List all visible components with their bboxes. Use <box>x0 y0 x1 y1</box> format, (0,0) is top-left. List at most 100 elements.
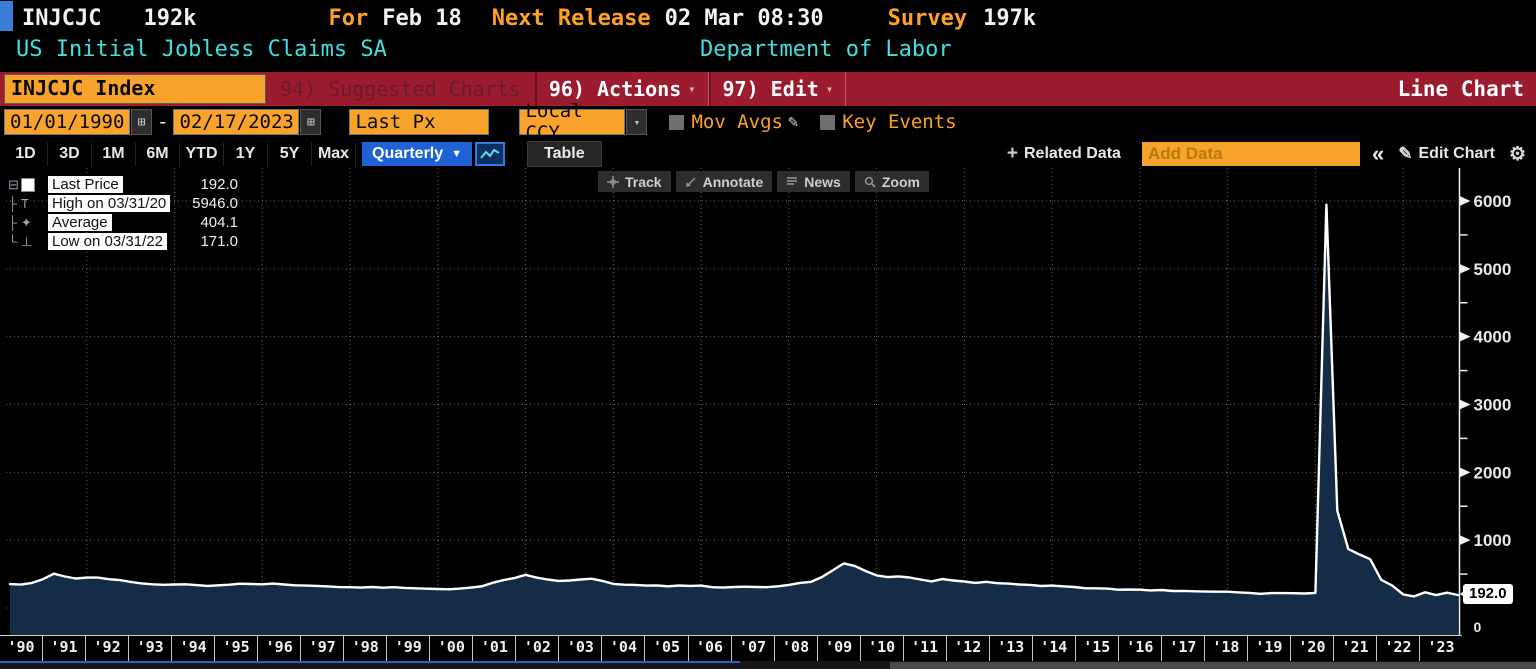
period-tab-1m[interactable]: 1M <box>92 142 136 166</box>
calendar-icon[interactable]: ⊞ <box>300 109 321 135</box>
survey-label: Survey <box>888 6 967 31</box>
scroll-range-indicator <box>0 661 740 663</box>
chart-toolbar: 1D3D1M6MYTD1Y5YMax Quarterly ▼ Table + R… <box>0 140 1536 168</box>
security-input[interactable]: INJCJC Index <box>4 74 266 104</box>
mov-avgs-label: Mov Avgs <box>691 111 783 133</box>
legend-row-low: └ ⊥ Low on 03/31/22 171.0 <box>8 232 238 251</box>
menu-bar: INJCJC Index 94) Suggested Charts 96) Ac… <box>0 70 1536 108</box>
next-release-date: 02 Mar 08:30 <box>665 6 824 31</box>
currency-dropdown-icon[interactable]: ▾ <box>626 109 647 135</box>
last-price-axis-tag: 192.0 <box>1463 584 1513 604</box>
svg-text:0: 0 <box>1474 619 1482 635</box>
for-label: For <box>328 6 368 31</box>
range-controls-row: 01/01/1990 ⊞ - 02/17/2023 ⊞ Last Px Loca… <box>0 106 1536 138</box>
svg-text:2000: 2000 <box>1474 463 1512 482</box>
mov-avgs-checkbox[interactable] <box>669 115 684 130</box>
chart-region: 1000200030004000500060000 ⊟ Last Price 1… <box>0 168 1536 669</box>
description-row: US Initial Jobless Claims SA Department … <box>0 36 1536 68</box>
chart-tools-bar: TrackAnnotateNewsZoom <box>598 171 929 192</box>
plus-icon: + <box>1007 143 1018 165</box>
period-tab-3d[interactable]: 3D <box>48 142 92 166</box>
legend-row-last-price: ⊟ Last Price 192.0 <box>8 175 238 194</box>
series-swatch <box>21 178 35 192</box>
window-corner-marker <box>0 1 13 31</box>
calendar-icon[interactable]: ⊞ <box>131 109 152 135</box>
edit-chart-button[interactable]: Edit Chart <box>1419 145 1495 163</box>
x-axis-year-strip: '90'91'92'93'94'95'96'97'98'99'00'01'02'… <box>0 635 1462 662</box>
ticker: INJCJC <box>22 6 101 31</box>
legend-row-average: ├ ✦ Average 404.1 <box>8 213 238 232</box>
period-tab-1d[interactable]: 1D <box>4 142 48 166</box>
period-tab-ytd[interactable]: YTD <box>180 142 224 166</box>
chart-legend[interactable]: ⊟ Last Price 192.0 ├ T High on 03/31/20 … <box>8 175 238 251</box>
x-axis-label: '95 <box>214 636 257 662</box>
x-axis-label: '01 <box>472 636 515 662</box>
x-axis-label: '98 <box>343 636 386 662</box>
line-chart-type-button[interactable] <box>475 142 505 166</box>
bloomberg-terminal-window: INJCJC 192k For Feb 18 Next Release 02 M… <box>0 0 1536 669</box>
chart-tool-news-button[interactable]: News <box>777 171 850 192</box>
period-tab-1y[interactable]: 1Y <box>224 142 268 166</box>
frequency-select[interactable]: Quarterly ▼ <box>362 142 472 166</box>
x-axis-label: '18 <box>1204 636 1247 662</box>
x-axis-label: '23 <box>1419 636 1462 662</box>
scrollbar-thumb[interactable] <box>890 662 1536 669</box>
period-tabs: 1D3D1M6MYTD1Y5YMax <box>4 142 356 166</box>
x-axis-label: '94 <box>171 636 214 662</box>
chart-tool-zoom-button[interactable]: Zoom <box>855 171 929 192</box>
caret-down-icon: ▾ <box>826 82 833 96</box>
x-axis-label: '93 <box>128 636 171 662</box>
high-marker-icon: T <box>21 196 29 211</box>
x-axis-label: '04 <box>601 636 644 662</box>
chart-tool-annotate-button[interactable]: Annotate <box>676 171 773 192</box>
horizontal-scrollbar[interactable] <box>0 661 1536 669</box>
x-axis-label: '08 <box>774 636 817 662</box>
svg-text:4000: 4000 <box>1474 328 1512 347</box>
x-axis-label: '02 <box>515 636 558 662</box>
right-toolbar-cluster: + Related Data « ✎ Edit Chart ⚙ <box>1007 141 1536 167</box>
x-axis-label: '16 <box>1118 636 1161 662</box>
related-data-button[interactable]: Related Data <box>1024 145 1136 163</box>
period-tab-5y[interactable]: 5Y <box>268 142 312 166</box>
data-source: Department of Labor <box>700 37 952 62</box>
pencil-icon[interactable]: ✎ <box>788 112 798 132</box>
x-axis-label: '00 <box>429 636 472 662</box>
date-to-input[interactable]: 02/17/2023 <box>173 109 299 135</box>
x-axis-label: '90 <box>0 636 42 662</box>
last-value: 192k <box>143 6 196 31</box>
range-separator: - <box>157 111 168 133</box>
currency-select[interactable]: Local CCY <box>519 109 625 135</box>
x-axis-label: '17 <box>1161 636 1204 662</box>
caret-down-icon: ▼ <box>451 148 462 160</box>
svg-text:1000: 1000 <box>1474 531 1512 550</box>
date-from-input[interactable]: 01/01/1990 <box>4 109 130 135</box>
key-events-checkbox[interactable] <box>820 115 835 130</box>
x-axis-label: '91 <box>42 636 85 662</box>
suggested-charts-menu[interactable]: 94) Suggested Charts <box>280 77 521 101</box>
svg-text:6000: 6000 <box>1474 192 1512 211</box>
line-chart-icon <box>480 147 500 161</box>
period-tab-max[interactable]: Max <box>312 142 356 166</box>
x-axis-label: '13 <box>989 636 1032 662</box>
security-name: US Initial Jobless Claims SA <box>16 37 387 62</box>
for-date: Feb 18 <box>382 6 461 31</box>
view-mode-label: Line Chart <box>1398 77 1524 101</box>
table-button[interactable]: Table <box>527 141 602 167</box>
x-axis-label: '22 <box>1376 636 1419 662</box>
x-axis-label: '05 <box>644 636 687 662</box>
tree-expander-icon[interactable]: ⊟ <box>8 177 19 193</box>
price-field-select[interactable]: Last Px <box>349 109 489 135</box>
key-events-label: Key Events <box>842 111 956 133</box>
x-axis-label: '07 <box>731 636 774 662</box>
survey-value: 197k <box>983 6 1036 31</box>
x-axis-label: '96 <box>257 636 300 662</box>
gear-icon[interactable]: ⚙ <box>1509 143 1526 166</box>
collapse-panel-icon[interactable]: « <box>1372 141 1384 167</box>
edit-menu[interactable]: 97) Edit ▾ <box>709 72 847 106</box>
caret-down-icon: ▾ <box>688 82 695 96</box>
period-tab-6m[interactable]: 6M <box>136 142 180 166</box>
x-axis-label: '11 <box>903 636 946 662</box>
chart-tool-track-button[interactable]: Track <box>598 171 671 192</box>
add-data-input[interactable] <box>1142 142 1360 166</box>
x-axis-label: '19 <box>1247 636 1290 662</box>
